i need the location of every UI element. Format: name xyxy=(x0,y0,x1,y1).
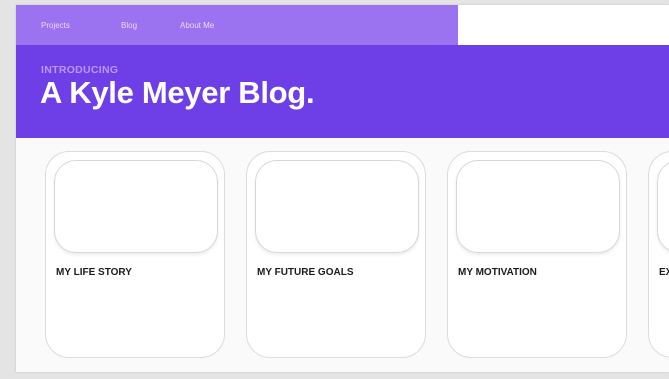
hero-banner: INTRODUCING A Kyle Meyer Blog. xyxy=(16,45,669,138)
card-label: MY LIFE STORY xyxy=(56,267,132,278)
card-my-life-story[interactable]: MY LIFE STORY xyxy=(45,151,225,358)
card-my-motivation[interactable]: MY MOTIVATION xyxy=(447,151,627,358)
nav-link-blog[interactable]: Blog xyxy=(121,21,137,30)
card-label: MY FUTURE GOALS xyxy=(257,267,354,278)
card-label: EX xyxy=(659,267,669,278)
nav-empty-area xyxy=(458,5,669,45)
top-nav: Projects Blog About Me xyxy=(16,5,458,45)
page-frame: Projects Blog About Me INTRODUCING A Kyl… xyxy=(16,5,669,372)
card-image-placeholder xyxy=(657,160,669,253)
page-title: A Kyle Meyer Blog. xyxy=(40,75,315,110)
card-my-future-goals[interactable]: MY FUTURE GOALS xyxy=(246,151,426,358)
nav-link-projects[interactable]: Projects xyxy=(41,21,70,30)
card-image-placeholder xyxy=(255,160,419,253)
card-image-placeholder xyxy=(54,160,218,253)
card-partial[interactable]: EX xyxy=(648,151,669,358)
card-image-placeholder xyxy=(456,160,620,253)
nav-link-about-me[interactable]: About Me xyxy=(180,21,214,30)
card-label: MY MOTIVATION xyxy=(458,267,537,278)
